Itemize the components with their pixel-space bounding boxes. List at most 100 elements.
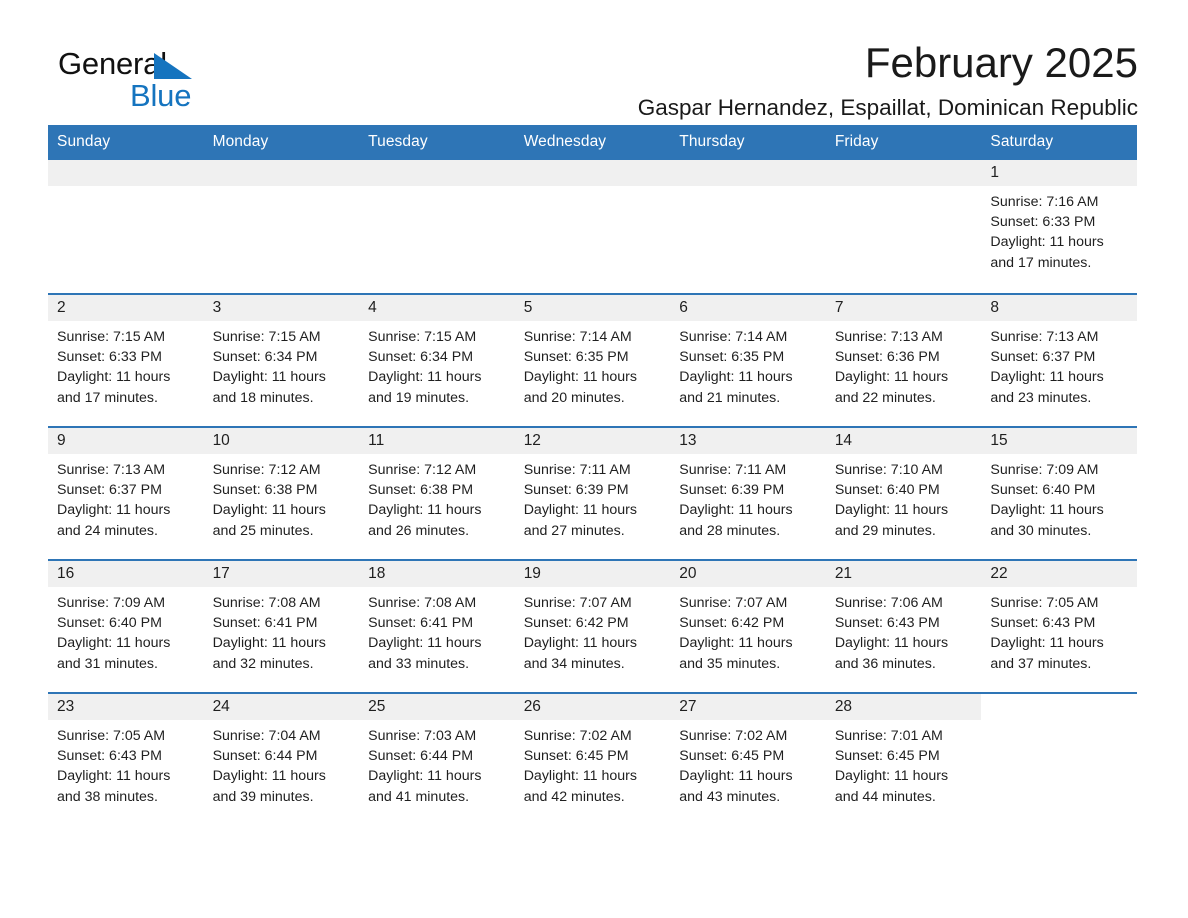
daylight-text: Daylight: 11 hours and 43 minutes. xyxy=(679,768,793,805)
sunset-text: Sunset: 6:35 PM xyxy=(679,349,785,366)
daylight-text: Daylight: 11 hours and 35 minutes. xyxy=(679,635,793,672)
day-number: 10 xyxy=(203,428,360,454)
day-details: Sunrise: 7:09 AM Sunset: 6:40 PM Daylight:… xyxy=(48,587,204,674)
calendar-day-9[interactable]: 9 Sunrise: 7:13 AM Sunset: 6:37 PM Daylight… xyxy=(48,426,204,559)
calendar-day-cell: 20 Sunrise: 7:07 AM Sunset: 6:42 PM Dayligh… xyxy=(670,559,826,692)
day-details: Sunrise: 7:14 AM Sunset: 6:35 PM Daylight:… xyxy=(670,321,826,408)
calendar-day-5[interactable]: 5 Sunrise: 7:14 AM Sunset: 6:35 PM Daylight… xyxy=(514,293,671,426)
sunset-text: Sunset: 6:44 PM xyxy=(368,748,474,765)
daylight-text: Daylight: 11 hours and 42 minutes. xyxy=(523,768,637,805)
daylight-text: Daylight: 11 hours and 36 minutes. xyxy=(834,635,949,672)
sunset-text: Sunset: 6:34 PM xyxy=(368,349,474,366)
calendar-day-17[interactable]: 17 Sunrise: 7:08 AM Sunset: 6:41 PM Dayligh… xyxy=(203,559,360,692)
day-number xyxy=(514,160,671,186)
sunset-text: Sunset: 6:42 PM xyxy=(679,615,785,632)
calendar-day-11[interactable]: 11 Sunrise: 7:12 AM Sunset: 6:38 PM Dayligh… xyxy=(359,426,515,559)
sunset-text: Sunset: 6:38 PM xyxy=(368,482,474,499)
calendar-day-3[interactable]: 3 Sunrise: 7:15 AM Sunset: 6:34 PM Daylight… xyxy=(203,293,360,426)
day-details: Sunrise: 7:15 AM Sunset: 6:33 PM Daylight:… xyxy=(48,321,204,408)
calendar-day-cell: 23 Sunrise: 7:05 AM Sunset: 6:43 PM Dayligh… xyxy=(48,692,204,825)
day-number: 18 xyxy=(359,561,515,587)
day-number: 20 xyxy=(670,561,826,587)
calendar-day-7[interactable]: 7 Sunrise: 7:13 AM Sunset: 6:36 PM Daylight… xyxy=(825,293,982,426)
day-details: Sunrise: 7:12 AM Sunset: 6:38 PM Daylight:… xyxy=(204,454,360,541)
sunrise-text: Sunrise: 7:15 AM xyxy=(212,329,321,345)
sunset-text: Sunset: 6:33 PM xyxy=(57,349,162,366)
page-subtitle-location: Gaspar Hernandez, Espaillat, Dominican R… xyxy=(637,94,1138,120)
sunset-text: Sunset: 6:43 PM xyxy=(57,748,162,765)
calendar-day-18[interactable]: 18 Sunrise: 7:08 AM Sunset: 6:41 PM Dayligh… xyxy=(359,559,515,692)
sunrise-text: Sunrise: 7:05 AM xyxy=(57,728,166,744)
calendar-week-row: 1 Sunrise: 7:16 AM Sunset: 6:33 PM Daylight… xyxy=(48,160,1137,293)
calendar-day-cell xyxy=(48,160,204,293)
calendar-day-1[interactable]: 1 Sunrise: 7:16 AM Sunset: 6:33 PM Daylight… xyxy=(981,160,1137,293)
day-number: 7 xyxy=(825,295,982,321)
calendar-day-cell: 13 Sunrise: 7:11 AM Sunset: 6:39 PM Dayligh… xyxy=(670,426,826,559)
calendar-day-cell: 6 Sunrise: 7:14 AM Sunset: 6:35 PM Daylight… xyxy=(670,293,826,426)
page-title: February 2025 xyxy=(864,39,1138,86)
calendar-day-cell: 12 Sunrise: 7:11 AM Sunset: 6:39 PM Dayligh… xyxy=(514,426,671,559)
calendar-day-27[interactable]: 27 Sunrise: 7:02 AM Sunset: 6:45 PM Dayligh… xyxy=(670,692,826,825)
calendar-day-cell: 4 Sunrise: 7:15 AM Sunset: 6:34 PM Daylight… xyxy=(359,293,515,426)
sunrise-text: Sunrise: 7:08 AM xyxy=(368,595,477,611)
calendar-day-20[interactable]: 20 Sunrise: 7:07 AM Sunset: 6:42 PM Dayligh… xyxy=(670,559,826,692)
calendar-day-empty xyxy=(359,160,515,293)
daylight-text: Daylight: 11 hours and 19 minutes. xyxy=(368,369,482,406)
sunset-text: Sunset: 6:33 PM xyxy=(990,214,1096,231)
daylight-text: Daylight: 11 hours and 20 minutes. xyxy=(523,369,637,406)
sunset-text: Sunset: 6:39 PM xyxy=(523,482,629,499)
sunrise-text: Sunrise: 7:04 AM xyxy=(212,728,321,744)
calendar-day-8[interactable]: 8 Sunrise: 7:13 AM Sunset: 6:37 PM Daylight… xyxy=(981,293,1137,426)
title-block: February 2025 Gaspar Hernandez, Espailla… xyxy=(48,39,1140,122)
calendar-week-row: 23 Sunrise: 7:05 AM Sunset: 6:43 PM Dayligh… xyxy=(48,692,1137,825)
calendar-day-22[interactable]: 22 Sunrise: 7:05 AM Sunset: 6:43 PM Dayligh… xyxy=(981,559,1137,692)
calendar-day-cell xyxy=(670,160,826,293)
sunset-text: Sunset: 6:43 PM xyxy=(834,615,940,632)
calendar-day-2[interactable]: 2 Sunrise: 7:15 AM Sunset: 6:33 PM Daylight… xyxy=(48,293,204,426)
calendar-day-empty xyxy=(514,160,671,293)
calendar-day-empty xyxy=(825,160,982,293)
calendar-day-25[interactable]: 25 Sunrise: 7:03 AM Sunset: 6:44 PM Dayligh… xyxy=(359,692,515,825)
sunrise-text: Sunrise: 7:14 AM xyxy=(679,329,788,345)
sunrise-text: Sunrise: 7:07 AM xyxy=(523,595,632,611)
sunrise-text: Sunrise: 7:08 AM xyxy=(212,595,321,611)
calendar-day-21[interactable]: 21 Sunrise: 7:06 AM Sunset: 6:43 PM Dayligh… xyxy=(825,559,982,692)
calendar-day-10[interactable]: 10 Sunrise: 7:12 AM Sunset: 6:38 PM Dayligh… xyxy=(203,426,360,559)
calendar-day-16[interactable]: 16 Sunrise: 7:09 AM Sunset: 6:40 PM Dayligh… xyxy=(48,559,204,692)
calendar-day-cell: 11 Sunrise: 7:12 AM Sunset: 6:38 PM Dayligh… xyxy=(359,426,515,559)
sunrise-text: Sunrise: 7:11 AM xyxy=(679,462,787,478)
day-number: 5 xyxy=(514,295,671,321)
daylight-text: Daylight: 11 hours and 21 minutes. xyxy=(679,369,793,406)
calendar-day-cell: 25 Sunrise: 7:03 AM Sunset: 6:44 PM Dayligh… xyxy=(359,692,515,825)
brand-general-text: General xyxy=(58,46,167,81)
weekday-header-sunday: Sunday xyxy=(48,125,204,160)
day-number: 24 xyxy=(203,694,360,720)
calendar-day-24[interactable]: 24 Sunrise: 7:04 AM Sunset: 6:44 PM Dayligh… xyxy=(203,692,360,825)
day-number: 25 xyxy=(359,694,515,720)
sunset-text: Sunset: 6:45 PM xyxy=(679,748,785,765)
calendar-week-row: 2 Sunrise: 7:15 AM Sunset: 6:33 PM Daylight… xyxy=(48,293,1137,426)
daylight-text: Daylight: 11 hours and 37 minutes. xyxy=(990,635,1104,672)
calendar-day-12[interactable]: 12 Sunrise: 7:11 AM Sunset: 6:39 PM Dayligh… xyxy=(514,426,671,559)
calendar-day-6[interactable]: 6 Sunrise: 7:14 AM Sunset: 6:35 PM Daylight… xyxy=(670,293,826,426)
calendar-day-19[interactable]: 19 Sunrise: 7:07 AM Sunset: 6:42 PM Dayligh… xyxy=(514,559,671,692)
daylight-text: Daylight: 11 hours and 28 minutes. xyxy=(679,502,793,539)
month-calendar-table: Sunday Monday Tuesday Wednesday Thursday… xyxy=(48,125,1137,825)
calendar-day-28[interactable]: 28 Sunrise: 7:01 AM Sunset: 6:45 PM Dayligh… xyxy=(825,692,982,825)
calendar-day-13[interactable]: 13 Sunrise: 7:11 AM Sunset: 6:39 PM Dayligh… xyxy=(670,426,826,559)
weekday-header-tuesday: Tuesday xyxy=(359,125,515,160)
calendar-day-4[interactable]: 4 Sunrise: 7:15 AM Sunset: 6:34 PM Daylight… xyxy=(359,293,515,426)
calendar-day-14[interactable]: 14 Sunrise: 7:10 AM Sunset: 6:40 PM Dayligh… xyxy=(825,426,982,559)
calendar-day-15[interactable]: 15 Sunrise: 7:09 AM Sunset: 6:40 PM Dayligh… xyxy=(981,426,1137,559)
day-details: Sunrise: 7:08 AM Sunset: 6:41 PM Daylight:… xyxy=(204,587,360,674)
day-details: Sunrise: 7:09 AM Sunset: 6:40 PM Daylight:… xyxy=(981,454,1137,541)
day-details: Sunrise: 7:13 AM Sunset: 6:36 PM Daylight:… xyxy=(826,321,982,408)
calendar-day-23[interactable]: 23 Sunrise: 7:05 AM Sunset: 6:43 PM Dayligh… xyxy=(48,692,204,825)
calendar-day-cell xyxy=(359,160,515,293)
calendar-day-cell: 21 Sunrise: 7:06 AM Sunset: 6:43 PM Dayligh… xyxy=(825,559,982,692)
sunrise-text: Sunrise: 7:03 AM xyxy=(368,728,477,744)
daylight-text: Daylight: 11 hours and 22 minutes. xyxy=(834,369,949,406)
sunset-text: Sunset: 6:41 PM xyxy=(368,615,474,632)
sunrise-text: Sunrise: 7:12 AM xyxy=(368,462,477,478)
calendar-day-26[interactable]: 26 Sunrise: 7:02 AM Sunset: 6:45 PM Dayligh… xyxy=(514,692,671,825)
